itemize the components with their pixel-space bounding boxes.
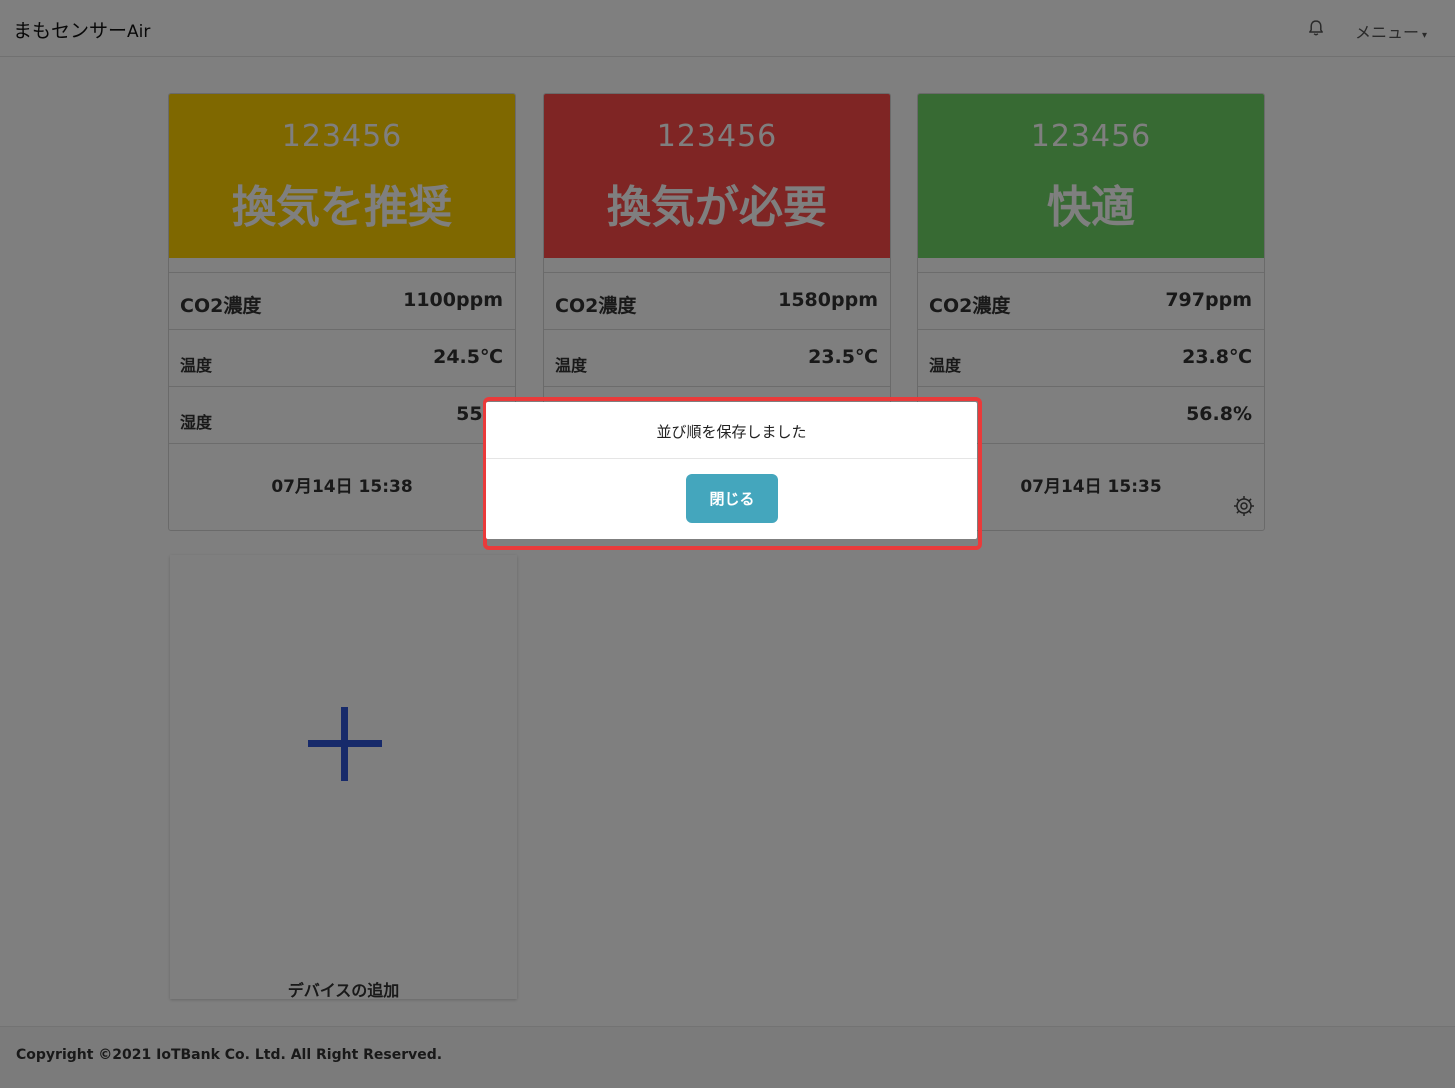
- close-button[interactable]: 閉じる: [686, 474, 778, 523]
- dialog-message: 並び順を保存しました: [486, 402, 977, 459]
- save-confirmation-dialog: 並び順を保存しました 閉じる: [486, 402, 977, 539]
